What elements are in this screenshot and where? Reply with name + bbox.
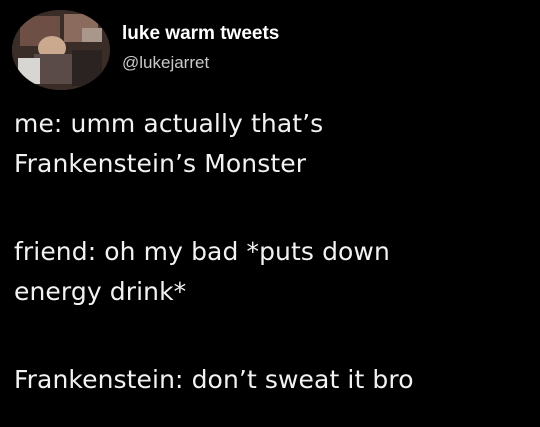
tweet-text: me: umm actually that’s Frankenstein’s M… <box>14 104 534 400</box>
avatar[interactable] <box>12 10 110 90</box>
author-names: luke warm tweets @lukejarret <box>122 22 279 74</box>
tweet-paragraph-3: Frankenstein: don’t sweat it bro <box>14 360 534 400</box>
user-handle[interactable]: @lukejarret <box>122 52 279 74</box>
tweet-line: me: umm actually that’s <box>14 109 324 138</box>
tweet-line: Frankenstein: don’t sweat it bro <box>14 365 414 394</box>
tweet-line: energy drink* <box>14 277 187 306</box>
tweet-paragraph-1: me: umm actually that’s Frankenstein’s M… <box>14 104 534 184</box>
tweet-header: luke warm tweets @lukejarret <box>12 10 532 90</box>
display-name[interactable]: luke warm tweets <box>122 22 279 46</box>
tweet-line: friend: oh my bad *puts down <box>14 237 390 266</box>
profile-photo-icon <box>12 10 110 90</box>
tweet-line: Frankenstein’s Monster <box>14 149 307 178</box>
tweet-paragraph-2: friend: oh my bad *puts down energy drin… <box>14 232 534 312</box>
